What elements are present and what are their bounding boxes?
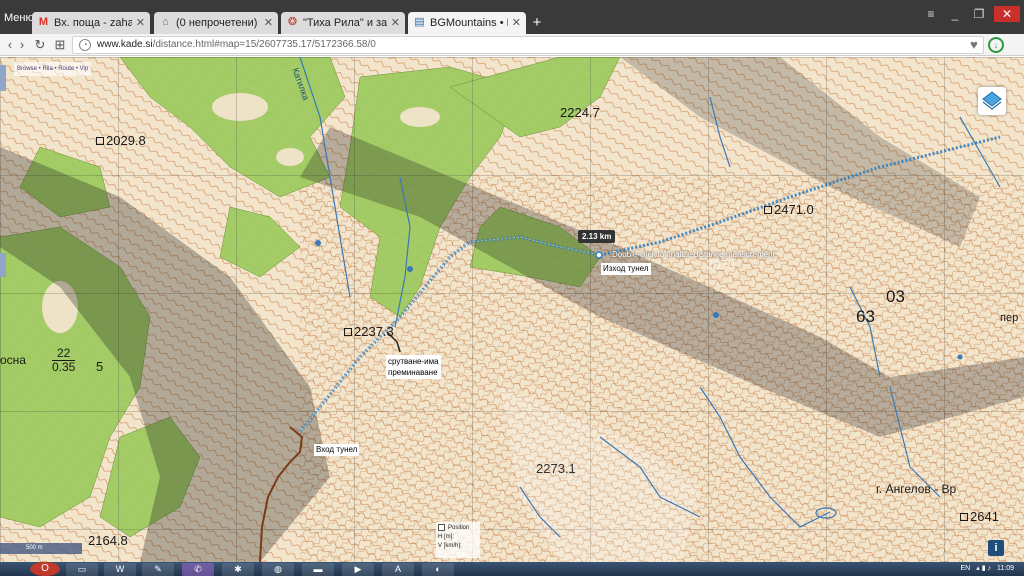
folder-taskbar-icon[interactable]: ▬	[302, 563, 334, 576]
url-path: /distance.html#map=15/2607735.17/5172366…	[152, 39, 376, 50]
home-icon: ⌂	[162, 16, 169, 28]
window-controls: ≡ _ ❐ ✕	[922, 6, 1020, 24]
elevation-label: 2471.0	[764, 202, 814, 217]
grid-label: 03	[886, 287, 905, 306]
tab-title: Вх. поща - zahari.korovski	[54, 17, 132, 29]
peak-name-label: г. Ангелов - Вр	[876, 482, 957, 496]
clock[interactable]: 11:09	[997, 562, 1014, 576]
viber-taskbar-icon[interactable]: ✆	[182, 563, 214, 576]
download-icon[interactable]: ↓	[988, 37, 1004, 53]
site-info-icon[interactable]: ◔	[79, 39, 91, 51]
info-button[interactable]: i	[988, 540, 1004, 556]
tab-bgmountains[interactable]: ▤ BGMountains • BGtopoVJ ✕	[408, 12, 526, 34]
elevation-label: 2029.8	[96, 133, 146, 148]
reload-icon[interactable]: ↻	[32, 37, 48, 53]
site-icon: ❂	[287, 16, 298, 28]
tab-title: "Тиха Рила" и загадъчни	[303, 17, 387, 29]
position-toggle[interactable]: Position	[438, 524, 478, 533]
layers-icon	[982, 91, 1002, 110]
app2-taskbar-icon[interactable]: ◐	[422, 563, 454, 576]
pdf-taskbar-icon[interactable]: ✎	[142, 563, 174, 576]
annotation-entry-tunnel: Вход тунел	[314, 444, 360, 456]
maximize-icon[interactable]: ❐	[970, 6, 988, 22]
gmail-icon: M	[38, 16, 49, 28]
tab-tiha-rila[interactable]: ❂ "Тиха Рила" и загадъчни ✕	[281, 12, 405, 34]
breadcrumb[interactable]: Browse • Rila • Route • Vip	[14, 62, 92, 76]
taskbar: O ▭ W ✎ ✆ ✱ ◍ ▬ ▶ A ◐ EN ▴ ▮ ♪ 11:09	[0, 562, 1024, 576]
screen: Меню M Вх. поща - zahari.korovski ✕ ⌂ (0…	[0, 0, 1024, 576]
tab-title: (0 непрочетени) - ABV по	[176, 17, 260, 29]
address-bar-row: ‹ › ↻ ⊞ ◔ www.kade.si/distance.html#map=…	[0, 34, 1024, 56]
tab-abv[interactable]: ⌂ (0 непрочетени) - ABV по ✕	[154, 12, 278, 34]
minimize-icon[interactable]: _	[946, 6, 964, 22]
speed-dial-icon[interactable]: ⊞	[52, 37, 68, 53]
close-window-icon[interactable]: ✕	[994, 6, 1020, 22]
side-control[interactable]	[0, 253, 6, 277]
firefox-taskbar-icon[interactable]: ◍	[262, 563, 294, 576]
distance-tooltip: 2.13 km	[578, 230, 616, 243]
new-tab-button[interactable]: +	[530, 13, 544, 33]
url-domain: www.kade.si	[97, 39, 153, 50]
tab-bar: Меню M Вх. поща - zahari.korovski ✕ ⌂ (0…	[0, 0, 1024, 34]
close-tab-icon[interactable]: ✕	[391, 12, 400, 34]
speed-readout: V [km/h]:	[438, 543, 462, 550]
explorer-taskbar-icon[interactable]: ▭	[66, 563, 98, 576]
place-label: пер	[1000, 312, 1019, 324]
elevation-label: 2273.1	[536, 461, 576, 476]
scale-bar: 500 m	[0, 543, 82, 554]
tab-gmail[interactable]: M Вх. поща - zahari.korovski ✕	[32, 12, 150, 34]
heart-icon[interactable]: ♥	[966, 37, 982, 53]
opera-taskbar-icon[interactable]: O	[30, 562, 60, 576]
checkbox-icon[interactable]	[438, 524, 445, 531]
close-tab-icon[interactable]: ✕	[264, 12, 273, 34]
acrobat-taskbar-icon[interactable]: A	[382, 563, 414, 576]
zoom-control[interactable]	[0, 65, 6, 91]
elevation-label: 2070	[706, 257, 735, 272]
language-indicator[interactable]: EN	[961, 562, 971, 576]
annotation-exit-tunnel: Изход тунел	[601, 263, 651, 275]
elevation-label: 5	[96, 359, 104, 374]
height-readout: H [m]:	[438, 534, 454, 541]
close-tab-icon[interactable]: ✕	[512, 12, 521, 34]
close-tab-icon[interactable]: ✕	[136, 12, 145, 34]
media-taskbar-icon[interactable]: ▶	[342, 563, 374, 576]
tray-icons[interactable]: ▴ ▮ ♪	[976, 562, 991, 576]
forward-icon[interactable]: ›	[14, 37, 30, 53]
distance-hint: Double-click to finalize distance measur…	[612, 250, 775, 259]
grid-label: 63	[856, 307, 875, 326]
map-icon: ▤	[414, 16, 425, 28]
elevation-label: 2164.8	[88, 533, 128, 548]
elevation-label: 2641	[960, 509, 999, 524]
elevation-label: 2237.3	[344, 324, 394, 339]
layers-button[interactable]	[978, 87, 1006, 115]
system-tray: EN ▴ ▮ ♪ 11:09	[961, 562, 1015, 576]
measure-end-marker[interactable]	[595, 251, 603, 259]
topographic-map[interactable]: 2029.8 2224.7 2471.0 2237.3 2273.1 2164.…	[0, 57, 1024, 562]
tab-title: BGMountains • BGtopoVJ	[430, 17, 508, 29]
tab-menu-icon[interactable]: ≡	[922, 6, 940, 22]
fraction-label: 22 0.35	[52, 346, 76, 374]
annotation-collapse: срутване-има преминаване	[386, 355, 441, 379]
elevation-label: 2224.7	[560, 105, 600, 120]
word-taskbar-icon[interactable]: W	[104, 563, 136, 576]
peak-name-label: осна	[0, 353, 26, 367]
position-panel: Position H [m]: V [km/h]:	[436, 522, 480, 558]
app-taskbar-icon[interactable]: ✱	[222, 563, 254, 576]
url-input[interactable]: ◔ www.kade.si/distance.html#map=15/26077…	[72, 36, 984, 54]
